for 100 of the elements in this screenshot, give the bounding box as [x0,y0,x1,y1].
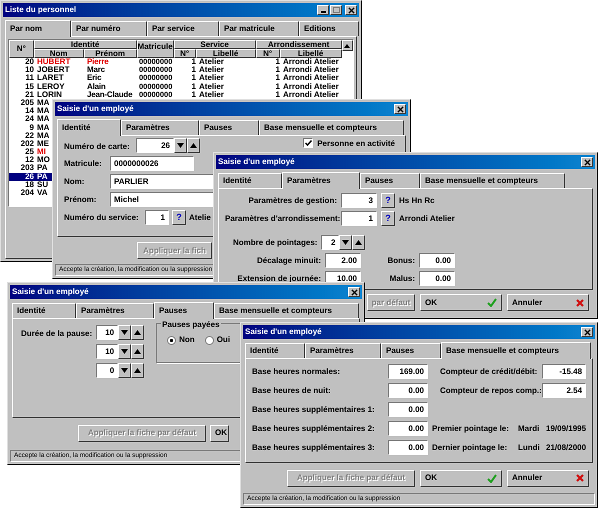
checkbox[interactable] [303,138,314,148]
table-cell-text: 10 [24,66,35,74]
field-label: Paramètres d'arrondissement: [225,212,337,224]
text-field[interactable]: 26 [136,138,174,153]
radio-button[interactable] [204,336,214,344]
table-cell-text: Marc [86,66,106,74]
spin-up-button[interactable] [131,363,144,378]
tab[interactable]: Paramètres [305,343,381,358]
tab[interactable]: Paramètres [282,172,360,189]
close-button[interactable] [581,157,593,167]
spin-up-button[interactable] [187,138,200,153]
table-cell-text: 1 [190,90,197,99]
field-label: Nombre de pointages: [233,236,318,248]
tab[interactable]: Pauses [154,302,214,319]
table-cell-text: Jean-Claude [86,90,134,99]
table-row[interactable]: 26 PA [9,172,53,181]
table-cell-text: SU [36,180,48,189]
text-field[interactable]: -15.48 [542,364,586,379]
spin-down-button[interactable] [339,235,352,250]
cross-icon [576,298,584,307]
text-field[interactable]: 0.00 [419,271,455,286]
ok-button[interactable]: OK [210,424,229,442]
check-icon [304,140,312,146]
close-button[interactable] [345,5,357,15]
text-field[interactable]: 2.54 [542,383,586,398]
text-field[interactable]: 10 [96,344,118,359]
text-field[interactable]: 0000000026 [110,156,194,171]
close-button[interactable] [581,327,593,337]
cancel-button[interactable]: Annuler [507,470,589,487]
close-button[interactable] [348,287,360,297]
column-header: Arrondissement [256,40,342,49]
field-label: Prénom: [64,194,98,206]
tab[interactable]: Base mensuelle et compteurs [420,173,565,188]
table-cell-text: Atelier [198,90,225,99]
cancel-button[interactable]: Annuler [507,294,589,312]
close-icon [348,6,354,14]
table-cell-text: 203 [20,164,35,173]
table-cell-text: Arrondi Atelier [282,82,340,91]
table-cell-text: Arrondi Atelier [282,66,340,74]
tab[interactable]: Pauses [199,120,259,135]
text-field[interactable]: 2.00 [325,253,361,268]
text-field[interactable]: 0.00 [388,402,428,417]
radio-button[interactable] [167,336,176,344]
tab[interactable]: Par service [147,21,219,36]
column-header: Libellé [280,49,342,58]
text-field[interactable]: 1 [145,210,169,225]
text-field[interactable]: 10 [96,325,118,340]
text-field[interactable]: 0.00 [388,383,428,398]
tab[interactable]: Par numéro [71,21,147,36]
spin-down-button[interactable] [118,344,132,359]
tab[interactable]: Identité [245,343,305,358]
spin-up-button[interactable] [352,235,366,250]
tab[interactable]: Base mensuelle et compteurs [259,120,404,135]
column-header: N° [9,40,34,58]
text-field[interactable]: 0 [96,363,118,378]
table-cell-text: 24 [24,115,35,124]
column-header: Libellé [196,49,256,58]
table-cell-text: VA [36,189,48,198]
tab[interactable]: Pauses [381,343,441,358]
help-button[interactable]: ? [381,193,395,208]
tab[interactable]: Paramètres [121,120,199,135]
ok-button[interactable]: OK [420,294,502,312]
close-button[interactable] [394,104,406,114]
down-triangle-icon [121,368,128,373]
field-label: 19/09/1995 [546,422,586,434]
tab[interactable]: Paramètres [76,303,154,318]
spin-down-button[interactable] [118,325,132,340]
tab[interactable]: Par nom [5,20,71,37]
tab[interactable]: Identité [12,303,76,318]
text-field[interactable]: 169.00 [388,364,428,379]
tab[interactable]: Par matricule [219,21,299,36]
ok-button[interactable]: OK [420,470,502,487]
scroll-up-button[interactable] [342,40,353,51]
spin-down-button[interactable] [174,138,187,153]
text-field[interactable]: 0.00 [419,253,455,268]
text-field[interactable]: 0.00 [388,440,428,455]
table-cell-text: HUBERT [36,58,72,66]
help-button[interactable]: ? [172,210,186,225]
maximize-button[interactable] [330,5,342,15]
spin-down-button[interactable] [118,363,132,378]
up-triangle-icon [355,240,362,245]
spin-up-button[interactable] [131,344,144,359]
text-field[interactable]: 3 [341,193,377,208]
field-label: Premier pointage le: [432,422,510,434]
tab[interactable]: Base mensuelle et compteurs [214,303,359,318]
table-cell-text: 25 [24,148,35,156]
tab[interactable]: Identité [218,173,282,188]
tab[interactable]: Pauses [360,173,420,188]
help-button[interactable]: ? [381,211,395,226]
text-field[interactable]: 1 [341,211,377,226]
table-cell-text: 1 [190,66,197,74]
tab[interactable]: Identité [57,119,121,136]
spin-up-button[interactable] [131,325,144,340]
text-field[interactable]: 2 [321,235,340,250]
tab[interactable]: Editions [299,21,359,36]
tab[interactable]: Base mensuelle et compteurs [441,342,591,359]
field-label: Décalage minuit: [256,254,321,266]
field-label: Arrondi Atelier [399,212,455,224]
text-field[interactable]: 0.00 [388,421,428,436]
minimize-button[interactable] [317,5,329,15]
